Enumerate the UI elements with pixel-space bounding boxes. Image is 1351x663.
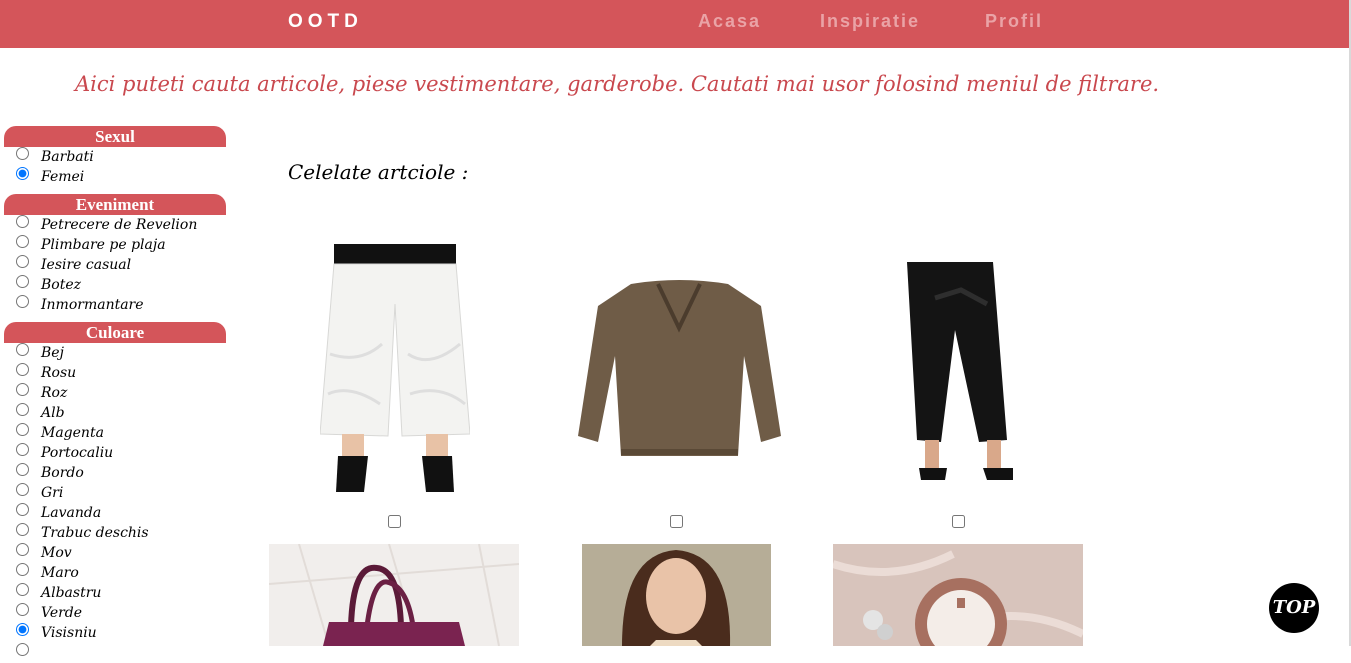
product-image-blouse[interactable] bbox=[582, 544, 771, 646]
filter-option[interactable] bbox=[4, 643, 226, 663]
radio-button[interactable] bbox=[16, 403, 29, 416]
radio-button[interactable] bbox=[16, 523, 29, 536]
filter-option-label: Trabuc deschis bbox=[41, 525, 149, 541]
radio-button[interactable] bbox=[16, 563, 29, 576]
filter-option-label: Femei bbox=[41, 169, 85, 185]
product-image-brown-sweater[interactable] bbox=[576, 276, 783, 460]
black-pants-illustration bbox=[895, 260, 1021, 482]
radio-button[interactable] bbox=[16, 255, 29, 268]
radio-button[interactable] bbox=[16, 343, 29, 356]
product-image-handbag[interactable] bbox=[269, 544, 519, 646]
filter-option-label: Bej bbox=[41, 345, 64, 361]
filter-option[interactable]: Plimbare pe plaja bbox=[4, 235, 226, 255]
lace-pants-illustration bbox=[320, 244, 470, 496]
nav-link-acasa[interactable]: Acasa bbox=[698, 11, 761, 32]
product-image-watch[interactable] bbox=[833, 544, 1083, 646]
filter-option[interactable]: Barbati bbox=[4, 147, 226, 167]
filter-option[interactable]: Roz bbox=[4, 383, 226, 403]
filter-option[interactable]: Iesire casual bbox=[4, 255, 226, 275]
nav-link-inspiratie[interactable]: Inspiratie bbox=[820, 11, 920, 32]
top-navbar: OOTD Acasa Inspiratie Profil bbox=[0, 0, 1349, 48]
radio-button[interactable] bbox=[16, 543, 29, 556]
radio-button[interactable] bbox=[16, 503, 29, 516]
filter-option[interactable]: Visisniu bbox=[4, 623, 226, 643]
filter-option[interactable]: Albastru bbox=[4, 583, 226, 603]
filter-option-label: Petrecere de Revelion bbox=[41, 217, 198, 233]
filter-option-label: Alb bbox=[41, 405, 65, 421]
filter-option[interactable]: Verde bbox=[4, 603, 226, 623]
select-checkbox[interactable] bbox=[670, 515, 683, 528]
filter-option[interactable]: Inmormantare bbox=[4, 295, 226, 315]
filter-option[interactable]: Trabuc deschis bbox=[4, 523, 226, 543]
blouse-illustration bbox=[582, 544, 771, 646]
filter-option[interactable]: Bordo bbox=[4, 463, 226, 483]
radio-button[interactable] bbox=[16, 363, 29, 376]
filter-option[interactable]: Portocaliu bbox=[4, 443, 226, 463]
filter-option-label: Barbati bbox=[41, 149, 94, 165]
filter-option[interactable]: Bej bbox=[4, 343, 226, 363]
radio-button[interactable] bbox=[16, 583, 29, 596]
radio-button[interactable] bbox=[16, 623, 29, 636]
radio-button[interactable] bbox=[16, 275, 29, 288]
radio-button[interactable] bbox=[16, 463, 29, 476]
filter-option[interactable]: Petrecere de Revelion bbox=[4, 215, 226, 235]
filter-section-title-culoare: Culoare bbox=[4, 322, 226, 343]
radio-button[interactable] bbox=[16, 643, 29, 656]
radio-button[interactable] bbox=[16, 147, 29, 160]
radio-button[interactable] bbox=[16, 423, 29, 436]
filter-sidebar: Sexul Barbati Femei Eveniment Petrecere … bbox=[4, 126, 226, 663]
select-checkbox[interactable] bbox=[388, 515, 401, 528]
filter-section-title-sexul: Sexul bbox=[4, 126, 226, 147]
filter-option[interactable]: Femei bbox=[4, 167, 226, 187]
filter-option-label: Bordo bbox=[41, 465, 84, 481]
select-checkbox[interactable] bbox=[952, 515, 965, 528]
filter-option-label: Visisniu bbox=[41, 625, 97, 641]
filter-option[interactable]: Rosu bbox=[4, 363, 226, 383]
filter-option[interactable]: Botez bbox=[4, 275, 226, 295]
filter-option[interactable]: Mov bbox=[4, 543, 226, 563]
filter-option-label: Roz bbox=[41, 385, 68, 401]
filter-option-label: Gri bbox=[41, 485, 64, 501]
filter-option-label: Plimbare pe plaja bbox=[41, 237, 166, 253]
filter-option-label: Lavanda bbox=[41, 505, 102, 521]
product-image-lace-pants[interactable] bbox=[320, 244, 470, 496]
filter-option-label: Verde bbox=[41, 605, 83, 621]
filter-option-label: Inmormantare bbox=[41, 297, 144, 313]
filter-option-label: Rosu bbox=[41, 365, 77, 381]
section-heading: Celelate artciole : bbox=[288, 160, 469, 184]
handbag-illustration bbox=[269, 544, 519, 646]
filter-section-title-eveniment: Eveniment bbox=[4, 194, 226, 215]
filter-option-label: Albastru bbox=[41, 585, 102, 601]
filter-option-label: Magenta bbox=[41, 425, 104, 441]
radio-button[interactable] bbox=[16, 295, 29, 308]
filter-option-label: Iesire casual bbox=[41, 257, 132, 273]
filter-option-label: Botez bbox=[41, 277, 82, 293]
intro-text: Aici puteti cauta articole, piese vestim… bbox=[75, 72, 1160, 96]
radio-button[interactable] bbox=[16, 383, 29, 396]
filter-option[interactable]: Lavanda bbox=[4, 503, 226, 523]
nav-link-profil[interactable]: Profil bbox=[985, 11, 1043, 32]
filter-option[interactable]: Gri bbox=[4, 483, 226, 503]
filter-option[interactable]: Alb bbox=[4, 403, 226, 423]
watch-illustration bbox=[833, 544, 1083, 646]
filter-option-label: Maro bbox=[41, 565, 79, 581]
radio-button[interactable] bbox=[16, 443, 29, 456]
brand-logo[interactable]: OOTD bbox=[288, 11, 363, 33]
radio-button[interactable] bbox=[16, 167, 29, 180]
filter-option[interactable]: Magenta bbox=[4, 423, 226, 443]
brown-sweater-illustration bbox=[578, 280, 781, 456]
filter-option[interactable]: Maro bbox=[4, 563, 226, 583]
filter-option-label: Portocaliu bbox=[41, 445, 114, 461]
scroll-top-button[interactable]: TOP bbox=[1269, 583, 1319, 633]
radio-button[interactable] bbox=[16, 215, 29, 228]
radio-button[interactable] bbox=[16, 235, 29, 248]
product-image-black-pants[interactable] bbox=[895, 260, 1021, 482]
radio-button[interactable] bbox=[16, 483, 29, 496]
radio-button[interactable] bbox=[16, 603, 29, 616]
filter-option-label: Mov bbox=[41, 545, 72, 561]
